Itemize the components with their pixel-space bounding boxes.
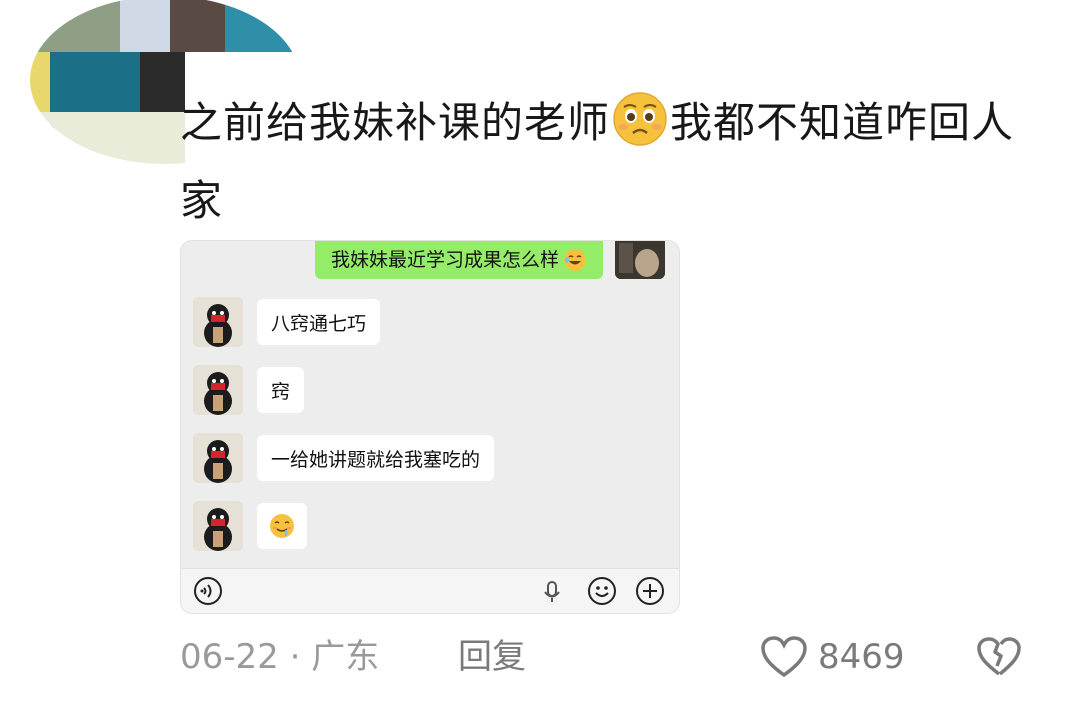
- drooling-emoji-icon: [270, 514, 294, 538]
- sent-message-text: 我妹妹最近学习成果怎么样: [330, 249, 559, 271]
- comment-footer: 06-22 · 广东 回复 8469: [180, 632, 1040, 682]
- received-message-bubble: 窍: [257, 367, 305, 413]
- emoji-icon[interactable]: [587, 576, 617, 606]
- received-message-bubble: 八窍通七巧: [257, 299, 381, 345]
- sent-message-bubble: 我妹妹最近学习成果怎么样: [314, 241, 603, 279]
- chat-screenshot[interactable]: 我妹妹最近学习成果怎么样 八窍通七巧 窍 一给她讲题就给我塞吃的: [180, 240, 680, 614]
- meta-separator: ·: [289, 637, 301, 677]
- contact-avatar[interactable]: [193, 365, 243, 415]
- chat-input-bar: [181, 568, 679, 613]
- received-message-text: 一给她讲题就给我塞吃的: [271, 448, 481, 471]
- received-message-text: 八窍通七巧: [271, 312, 367, 335]
- comment-date: 06-22: [180, 637, 279, 677]
- like-count: 8469: [818, 637, 905, 677]
- comment-text: 之前给我妹补课的老师 我都不知道咋回人家: [180, 84, 1040, 240]
- received-message-bubble: 一给她讲题就给我塞吃的: [257, 435, 495, 481]
- received-emoji-bubble: [257, 503, 307, 549]
- comment-location: 广东: [311, 637, 380, 677]
- plus-icon[interactable]: [635, 576, 665, 606]
- pleading-emoji-icon: [613, 92, 667, 146]
- contact-avatar[interactable]: [193, 501, 243, 551]
- like-button[interactable]: 8469: [760, 632, 905, 682]
- laughing-emoji-icon: [564, 249, 586, 271]
- comment-meta: 06-22 · 广东: [180, 632, 379, 682]
- comment-text-part1: 之前给我妹补课的老师: [180, 98, 611, 147]
- received-message-text: 窍: [271, 380, 291, 403]
- reply-button[interactable]: 回复: [458, 632, 526, 682]
- voice-icon[interactable]: [193, 576, 223, 606]
- heart-outline-icon: [761, 636, 807, 678]
- microphone-icon[interactable]: [537, 576, 567, 606]
- contact-avatar[interactable]: [193, 433, 243, 483]
- contact-avatar[interactable]: [193, 297, 243, 347]
- self-avatar[interactable]: [615, 241, 665, 279]
- broken-heart-icon[interactable]: [976, 636, 1022, 678]
